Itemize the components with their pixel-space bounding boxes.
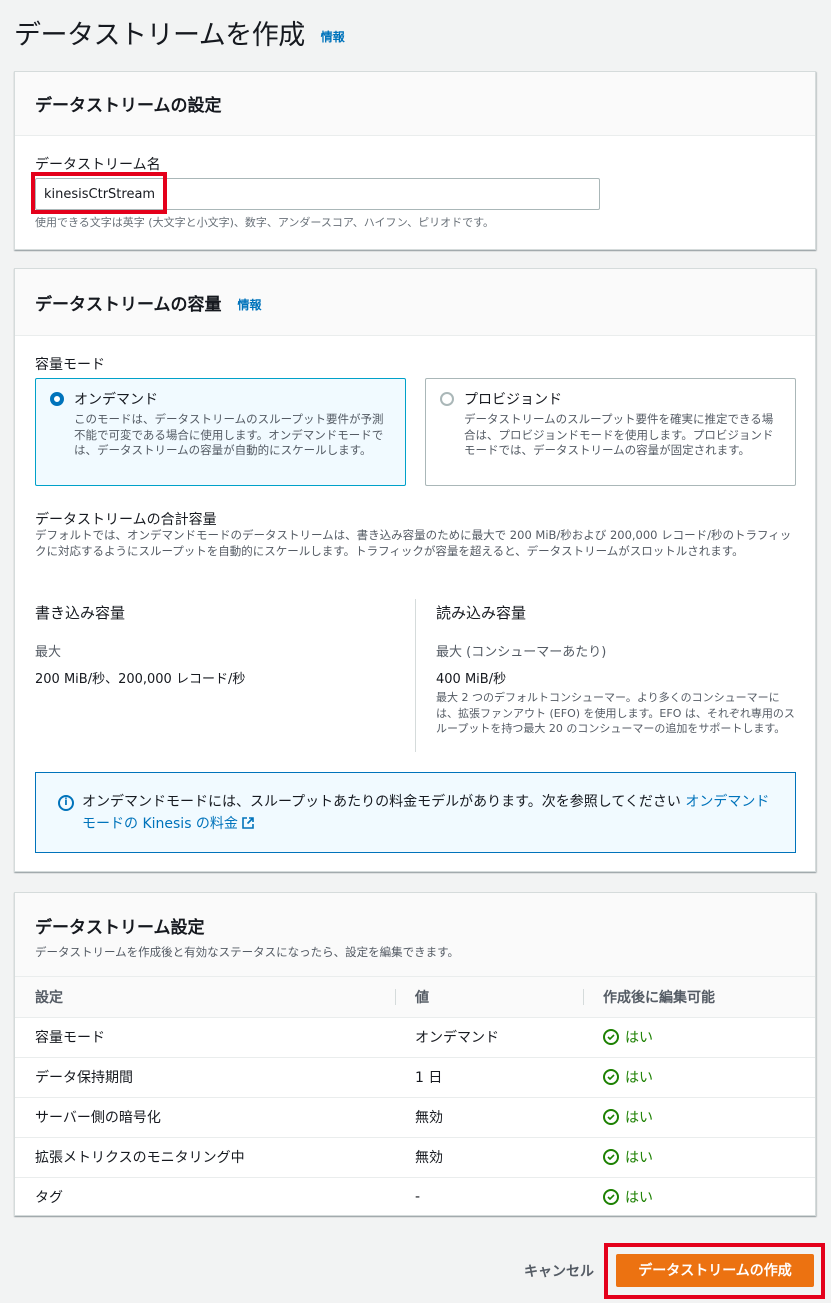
panel-title: データストリームの設定 bbox=[35, 96, 222, 116]
stream-settings-panel: データストリーム設定 データストリームを作成後と有効なステータスになったら、設定… bbox=[14, 892, 816, 1216]
editable-cell: はい bbox=[583, 1137, 815, 1178]
editable-cell: はい bbox=[583, 1097, 815, 1138]
setting-cell: 容量モード bbox=[15, 1017, 395, 1058]
page-header: データストリームを作成 情報 bbox=[14, 12, 345, 52]
stream-name-input[interactable] bbox=[35, 178, 600, 210]
panel-subtitle: データストリームを作成後と有効なステータスになったら、設定を編集できます。 bbox=[35, 945, 460, 959]
table-row: タグ - はい bbox=[15, 1177, 815, 1217]
setting-cell: 拡張メトリクスのモニタリング中 bbox=[15, 1137, 395, 1178]
stream-name-hint: 使用できる文字は英字 (大文字と小文字)、数字、アンダースコア、ハイフン、ピリオ… bbox=[35, 216, 495, 229]
info-link[interactable]: 情報 bbox=[238, 296, 262, 313]
table-row: データ保持期間 1 日 はい bbox=[15, 1057, 815, 1098]
column-divider bbox=[415, 599, 416, 752]
editable-cell: はい bbox=[583, 1177, 815, 1217]
read-capacity-label: 最大 (コンシューマーあたり) bbox=[436, 645, 607, 660]
read-capacity-title: 読み込み容量 bbox=[436, 604, 527, 622]
panel-title: データストリームの容量 bbox=[35, 294, 222, 315]
read-capacity-note: 最大 2 つのデフォルトコンシューマー。より多くのコンシューマーには、拡張ファン… bbox=[436, 691, 795, 735]
total-capacity-desc: デフォルトでは、オンデマンドモードのデータストリームは、書き込み容量のために最大… bbox=[35, 528, 792, 558]
tile-description: このモードは、データストリームのスループット要件が予測不能で可変である場合に使用… bbox=[74, 412, 384, 457]
write-capacity-value: 200 MiB/秒、200,000 レコード/秒 bbox=[35, 672, 246, 687]
table-row: 拡張メトリクスのモニタリング中 無効 はい bbox=[15, 1137, 815, 1178]
write-capacity-title: 書き込み容量 bbox=[35, 604, 126, 622]
capacity-mode-label: 容量モード bbox=[35, 357, 105, 373]
radio-provisioned[interactable] bbox=[440, 392, 454, 406]
value-cell: 無効 bbox=[395, 1137, 583, 1178]
setting-cell: タグ bbox=[35, 1190, 63, 1207]
check-icon bbox=[603, 1149, 619, 1165]
info-alert: i オンデマンドモードには、スループットあたりの料金モデルがあります。次を参照し… bbox=[35, 772, 796, 853]
on-demand-tile[interactable]: オンデマンド このモードは、データストリームのスループット要件が予測不能で可変で… bbox=[35, 378, 406, 486]
table-row: 容量モード オンデマンド はい bbox=[15, 1017, 815, 1058]
provisioned-tile[interactable]: プロビジョンド データストリームのスループット要件を確実に推定できる場合は、プロ… bbox=[425, 378, 796, 486]
tile-label: プロビジョンド bbox=[464, 392, 562, 408]
check-icon bbox=[603, 1189, 619, 1206]
read-capacity: 読み込み容量 最大 (コンシューマーあたり) 400 MiB/秒 最大 2 つの… bbox=[436, 602, 796, 737]
editable-cell: はい bbox=[583, 1017, 815, 1058]
panel-header: データストリームの容量 情報 bbox=[15, 269, 815, 336]
column-header: 作成後に編集可能 bbox=[583, 977, 815, 1018]
write-capacity: 書き込み容量 最大 200 MiB/秒、200,000 レコード/秒 bbox=[35, 602, 245, 687]
stream-name-label: データストリーム名 bbox=[35, 157, 161, 173]
read-capacity-value: 400 MiB/秒 bbox=[436, 672, 507, 687]
page-title: データストリームを作成 bbox=[14, 19, 305, 51]
info-icon: i bbox=[58, 795, 74, 811]
tile-description: データストリームのスループット要件を確実に推定できる場合は、プロビジョンドモード… bbox=[464, 412, 774, 457]
stream-config-panel: データストリームの設定 データストリーム名 使用できる文字は英字 (大文字と小文… bbox=[14, 71, 816, 250]
value-cell: - bbox=[415, 1189, 421, 1206]
tile-label: オンデマンド bbox=[74, 392, 158, 408]
alert-text: オンデマンドモードには、スループットあたりの料金モデルがあります。次を参照してく… bbox=[82, 794, 681, 810]
check-icon bbox=[603, 1069, 619, 1085]
setting-cell: サーバー側の暗号化 bbox=[15, 1097, 395, 1138]
table-row: サーバー側の暗号化 無効 はい bbox=[15, 1097, 815, 1138]
column-header: 値 bbox=[395, 977, 583, 1018]
table-header-row: 設定 値 作成後に編集可能 bbox=[15, 977, 815, 1018]
radio-on-demand[interactable] bbox=[50, 392, 64, 406]
info-link[interactable]: 情報 bbox=[321, 28, 345, 45]
check-icon bbox=[603, 1109, 619, 1125]
setting-cell: データ保持期間 bbox=[15, 1057, 395, 1098]
value-cell: オンデマンド bbox=[395, 1017, 583, 1058]
value-cell: 無効 bbox=[395, 1097, 583, 1138]
write-capacity-label: 最大 bbox=[35, 645, 62, 660]
create-stream-button[interactable]: データストリームの作成 bbox=[616, 1254, 814, 1287]
settings-table: 設定 値 作成後に編集可能 容量モード オンデマンド はい データ保持期間 1 … bbox=[15, 977, 815, 1217]
editable-cell: はい bbox=[583, 1057, 815, 1098]
panel-header: データストリーム設定 データストリームを作成後と有効なステータスになったら、設定… bbox=[15, 893, 815, 977]
capacity-panel: データストリームの容量 情報 容量モード オンデマンド このモードは、データスト… bbox=[14, 268, 816, 872]
panel-header: データストリームの設定 bbox=[15, 72, 815, 136]
total-capacity-title: データストリームの合計容量 bbox=[35, 512, 217, 528]
panel-title: データストリーム設定 bbox=[35, 918, 205, 938]
check-icon bbox=[603, 1029, 619, 1045]
external-link-icon bbox=[242, 817, 254, 829]
cancel-button[interactable]: キャンセル bbox=[516, 1260, 602, 1284]
value-cell: 1 日 bbox=[395, 1057, 583, 1098]
column-header: 設定 bbox=[15, 977, 395, 1018]
